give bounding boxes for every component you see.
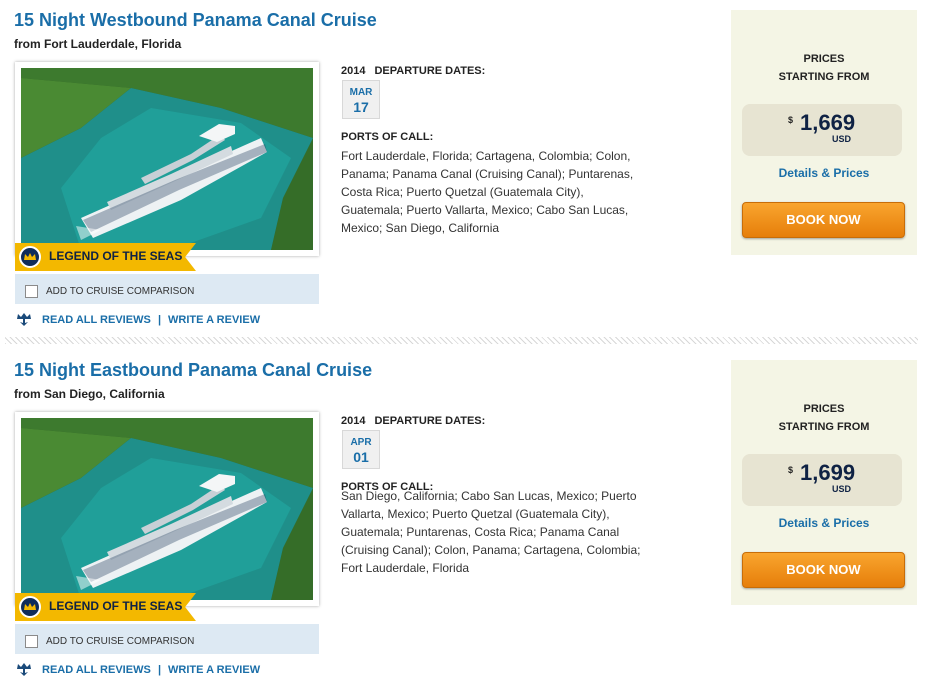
prices-label: PRICES — [803, 53, 845, 65]
price-panel: PRICES STARTING FROM $ 1,699 USD Details… — [731, 360, 917, 605]
cruise-listing-2: 15 Night Eastbound Panama Canal Cruise f… — [0, 360, 935, 700]
crown-anchor-icon — [19, 246, 41, 268]
ports-of-call-line: Mexico; San Diego, California — [341, 221, 500, 235]
read-all-reviews-link[interactable]: READ ALL REVIEWS — [42, 664, 151, 676]
crown-anchor-icon — [19, 596, 41, 618]
ports-of-call-heading: PORTS OF CALL: — [341, 131, 434, 143]
departure-dates-label: DEPARTURE DATES: — [374, 415, 486, 427]
listing-divider — [5, 337, 918, 344]
price-panel: PRICES STARTING FROM $ 1,669 USD Details… — [731, 10, 917, 255]
currency-code: USD — [832, 134, 852, 144]
price-amount: 1,699 — [800, 460, 856, 485]
starting-from-label: STARTING FROM — [778, 71, 870, 83]
departure-month: APR — [350, 437, 372, 448]
ship-name-banner: LEGEND OF THE SEAS — [15, 593, 196, 621]
price-box: $ 1,669 USD — [742, 104, 902, 156]
link-separator: | — [158, 314, 162, 326]
compare-checkbox[interactable] — [25, 635, 38, 648]
write-review-link[interactable]: WRITE A REVIEW — [168, 664, 260, 676]
cruise-ship-photo — [21, 418, 313, 600]
price-box: $ 1,699 USD — [742, 454, 902, 506]
compare-label[interactable]: ADD TO CRUISE COMPARISON — [46, 636, 194, 647]
ports-of-call-line: Panama; Panama Canal (Cruising Canal); P… — [341, 167, 634, 181]
cruise-listing-1: 15 Night Westbound Panama Canal Cruise f… — [0, 10, 935, 350]
ports-of-call-line: Fort Lauderdale, Florida; Cartagena, Col… — [341, 149, 631, 163]
departure-day: 17 — [353, 99, 369, 115]
departure-dates-heading: 2014 DEPARTURE DATES: — [341, 415, 485, 427]
book-now-button[interactable]: BOOK NOW — [742, 202, 905, 238]
currency-symbol: $ — [788, 115, 794, 125]
cruise-title[interactable]: 15 Night Eastbound Panama Canal Cruise — [14, 360, 372, 381]
book-now-button[interactable]: BOOK NOW — [742, 552, 905, 588]
details-prices-link[interactable]: Details & Prices — [731, 516, 917, 530]
crown-anchor-icon — [15, 663, 33, 680]
write-review-link[interactable]: WRITE A REVIEW — [168, 314, 260, 326]
departure-date-button[interactable]: APR 01 — [342, 430, 380, 469]
ports-of-call-line: Costa Rica; Puerto Quetzal (Guatemala Ci… — [341, 185, 584, 199]
ports-of-call-line: Vallarta, Mexico; Puerto Quetzal (Guatem… — [341, 507, 610, 521]
currency-code: USD — [832, 484, 852, 494]
ship-photo[interactable]: LEGEND OF THE SEAS — [15, 62, 319, 271]
ship-name: LEGEND OF THE SEAS — [49, 599, 183, 613]
cruise-title[interactable]: 15 Night Westbound Panama Canal Cruise — [14, 10, 377, 31]
link-separator: | — [158, 664, 162, 676]
ship-name-banner: LEGEND OF THE SEAS — [15, 243, 196, 271]
ports-of-call-line: Guatemala; Puerto Vallarta, Mexico; Cabo… — [341, 203, 629, 217]
details-prices-link[interactable]: Details & Prices — [731, 166, 917, 180]
prices-label: PRICES — [803, 403, 845, 415]
departure-dates-label: DEPARTURE DATES: — [374, 65, 486, 77]
departure-port: from Fort Lauderdale, Florida — [14, 37, 182, 51]
crown-anchor-icon — [15, 313, 33, 330]
compare-label[interactable]: ADD TO CRUISE COMPARISON — [46, 286, 194, 297]
cruise-comparison-row: ADD TO CRUISE COMPARISON — [15, 624, 319, 654]
cruise-comparison-row: ADD TO CRUISE COMPARISON — [15, 274, 319, 304]
departure-date-button[interactable]: MAR 17 — [342, 80, 380, 119]
cruise-ship-photo — [21, 68, 313, 250]
ship-photo[interactable]: LEGEND OF THE SEAS — [15, 412, 319, 621]
departure-port: from San Diego, California — [14, 387, 165, 401]
currency-symbol: $ — [788, 465, 794, 475]
ship-name: LEGEND OF THE SEAS — [49, 249, 183, 263]
departure-month: MAR — [349, 87, 373, 98]
ports-of-call-line: (Cruising Canal); Colon, Panama; Cartage… — [341, 543, 641, 557]
departure-day: 01 — [353, 449, 369, 465]
starting-from-label: STARTING FROM — [778, 421, 870, 433]
departure-dates-heading: 2014 DEPARTURE DATES: — [341, 65, 485, 77]
read-all-reviews-link[interactable]: READ ALL REVIEWS — [42, 314, 151, 326]
price-amount: 1,669 — [800, 110, 856, 135]
ports-of-call-line: San Diego, California; Cabo San Lucas, M… — [341, 489, 637, 503]
ports-of-call-line: Guatemala; Puntarenas, Costa Rica; Panam… — [341, 525, 620, 539]
departure-year: 2014 — [341, 415, 366, 427]
ports-of-call-line: Fort Lauderdale, Florida — [341, 561, 470, 575]
compare-checkbox[interactable] — [25, 285, 38, 298]
departure-year: 2014 — [341, 65, 366, 77]
